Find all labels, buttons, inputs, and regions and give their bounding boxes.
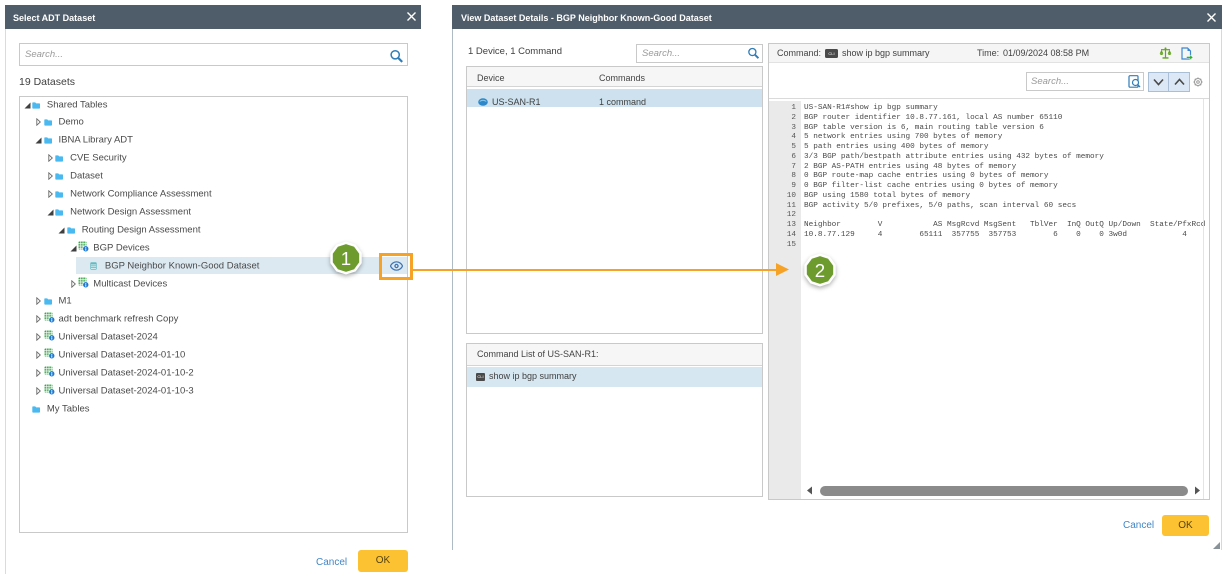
svg-text:1: 1 <box>340 248 350 269</box>
svg-text:2: 2 <box>815 259 825 280</box>
